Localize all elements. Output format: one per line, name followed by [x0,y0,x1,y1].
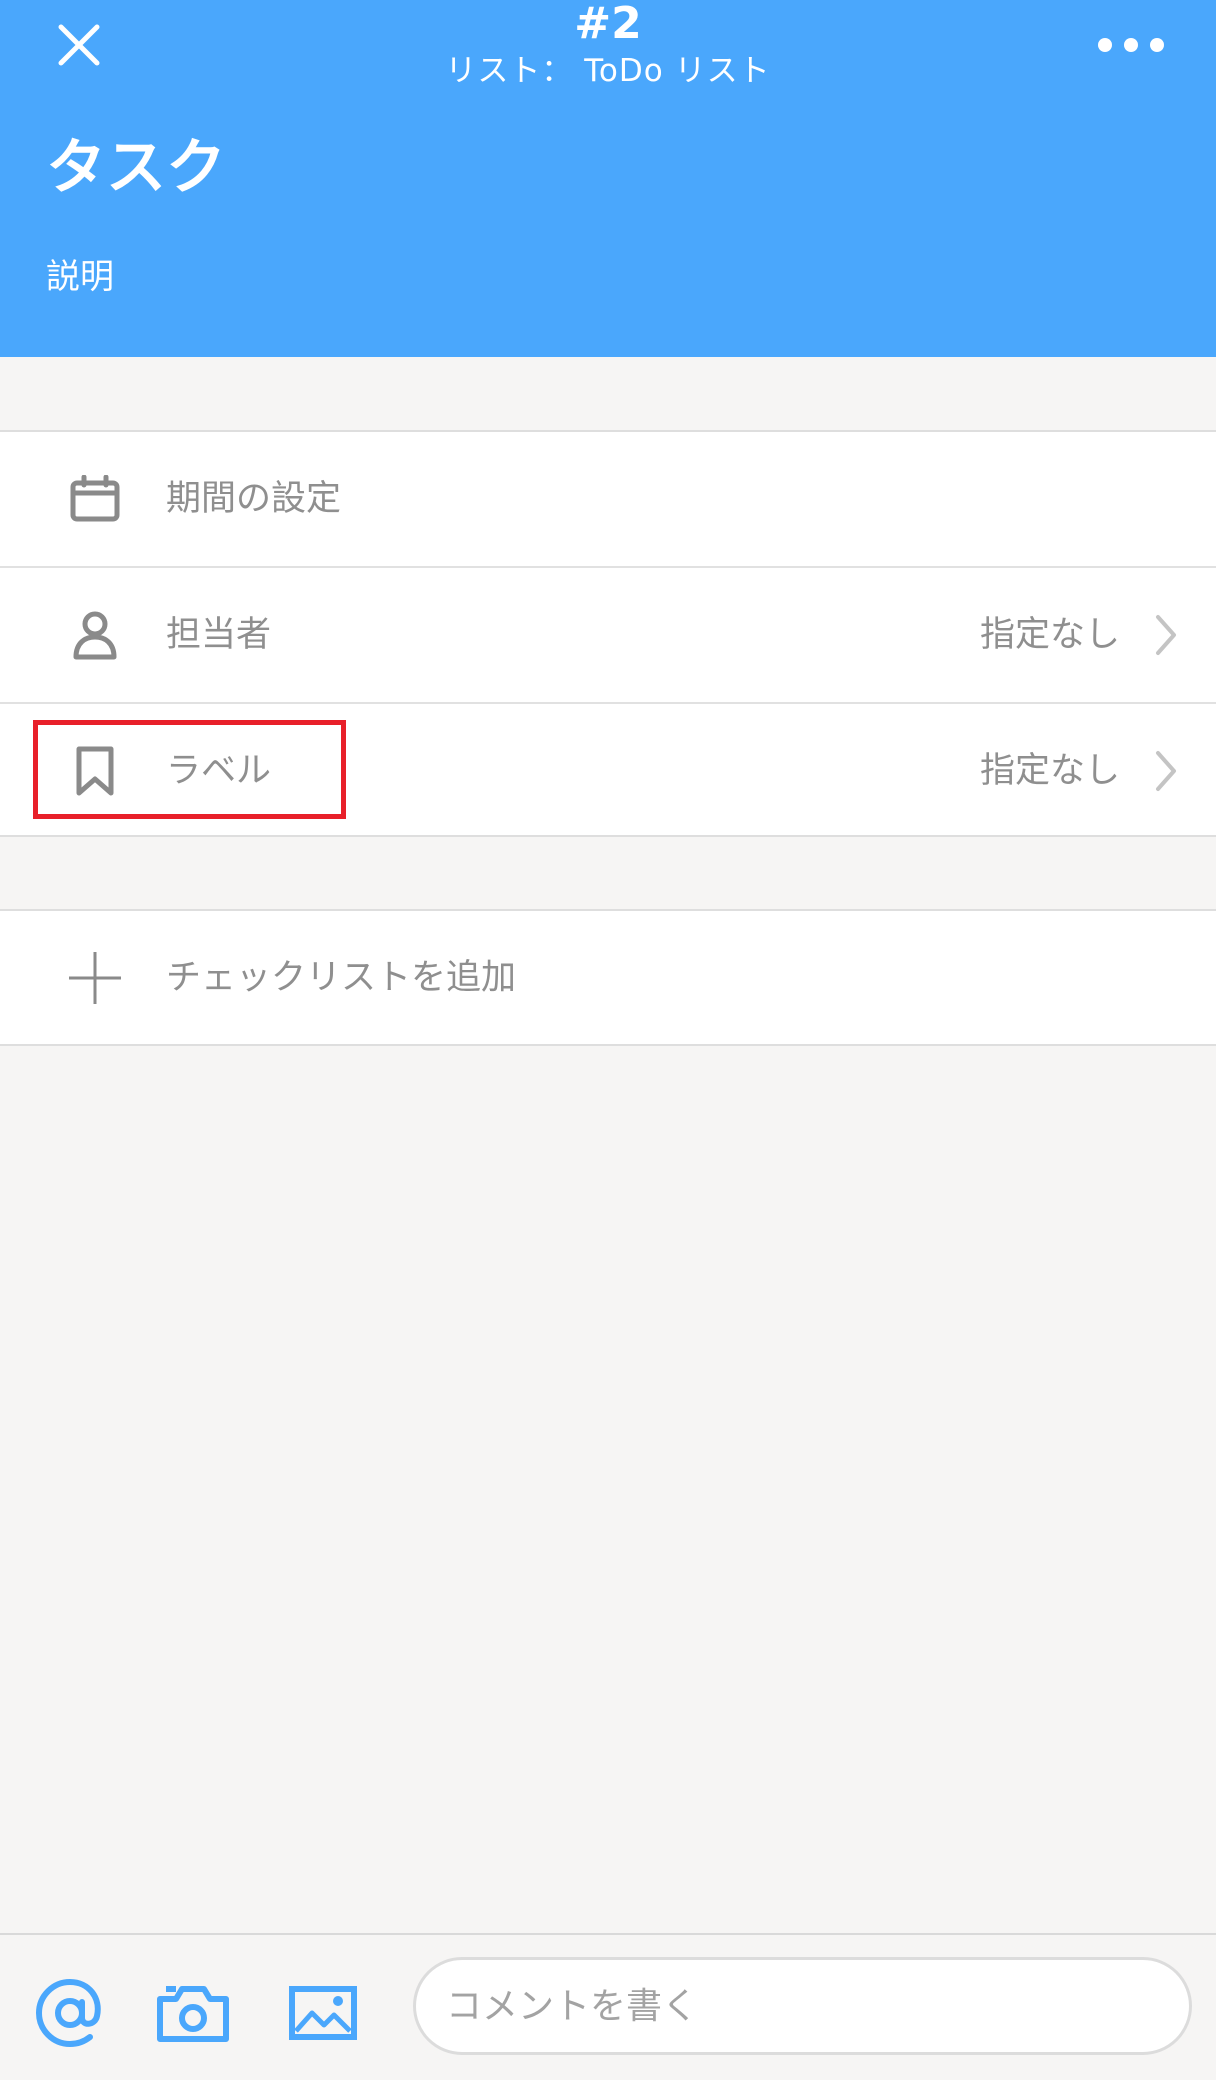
at-sign-icon [35,1978,101,2048]
calendar-icon [60,464,130,534]
image-icon [289,1986,357,2040]
list-name: リスト： ToDo リスト [445,53,771,89]
plus-icon [60,943,130,1013]
assignee-label: 担当者 [166,615,272,655]
image-button[interactable] [285,1975,361,2051]
person-icon [60,600,130,670]
label-value: 指定なし [979,751,1120,791]
more-button[interactable] [1086,10,1176,80]
task-number: #2 [574,0,642,49]
more-horizontal-icon [1098,38,1164,52]
task-description[interactable]: 説明 [46,254,114,300]
assignee-row[interactable]: 担当者 指定なし [0,568,1216,702]
period-label: 期間の設定 [166,479,342,519]
camera-button[interactable] [155,1975,231,2051]
add-checklist-label: チェックリストを追加 [166,958,517,998]
assignee-value: 指定なし [979,615,1120,655]
highlight-box [33,720,346,819]
task-title[interactable]: タスク [46,130,226,206]
camera-icon [157,1986,229,2042]
chevron-right-icon [1146,605,1186,665]
comment-input[interactable] [413,1957,1192,2055]
chevron-right-icon [1146,741,1186,801]
checklist-section: チェックリストを追加 [0,909,1216,1046]
period-row[interactable]: 期間の設定 [0,432,1216,566]
mention-button[interactable] [32,1975,108,2051]
task-header: #2 リスト： ToDo リスト タスク 説明 [0,0,1216,357]
add-checklist-row[interactable]: チェックリストを追加 [0,911,1216,1045]
